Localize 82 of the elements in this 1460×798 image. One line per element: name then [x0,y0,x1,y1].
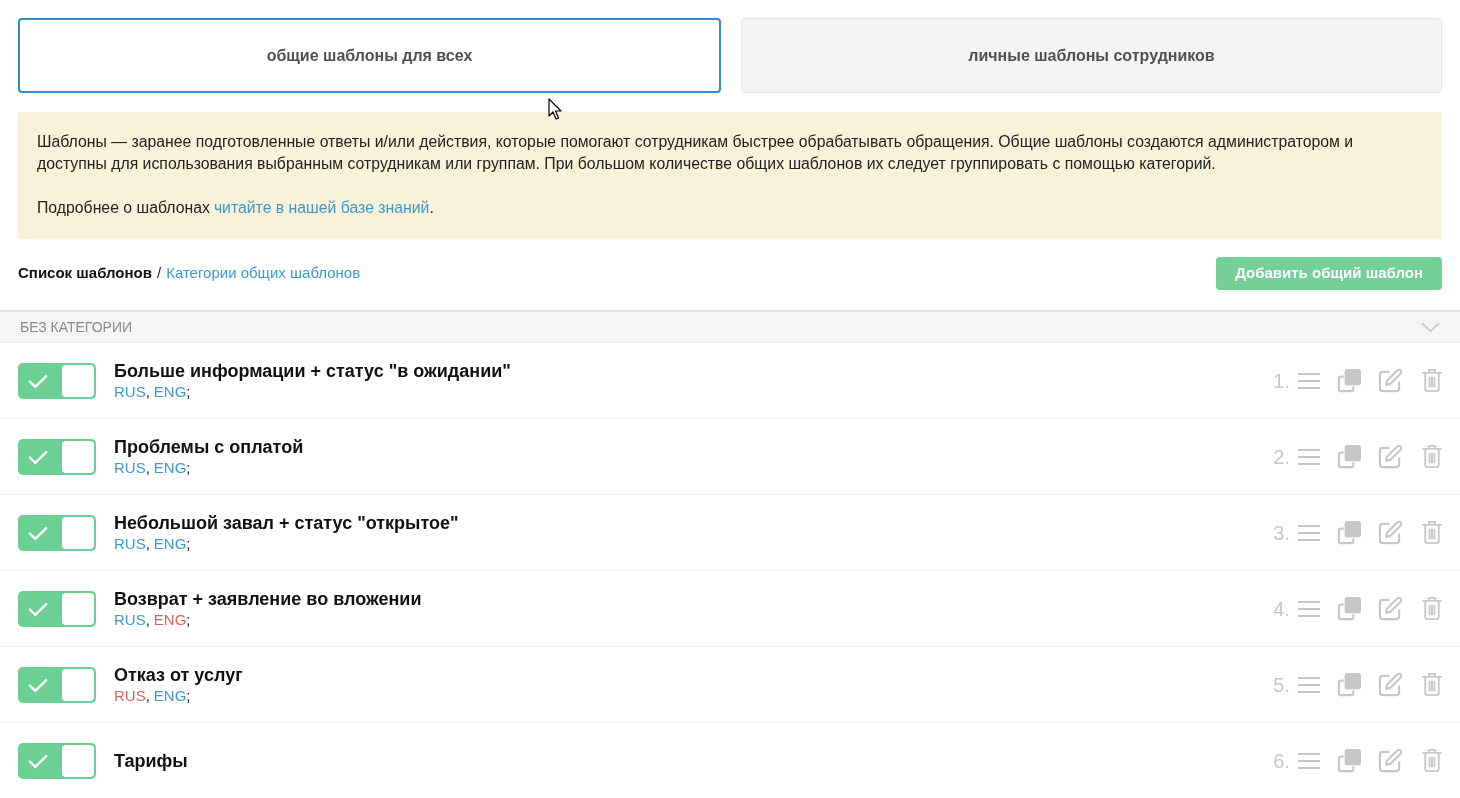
check-icon [28,449,48,465]
order-number: 6. [1273,748,1290,773]
category-title: БЕЗ КАТЕГОРИИ [20,317,132,337]
toggle-switch[interactable] [18,590,96,627]
order-number: 5. [1273,672,1290,697]
lines-icon[interactable] [1298,523,1320,542]
copy-icon[interactable] [1337,520,1362,545]
knowledge-base-link[interactable]: читайте в нашей базе знаний [213,199,430,216]
check-icon [28,753,48,769]
language-code[interactable]: RUS [114,609,146,630]
toggle-switch[interactable] [18,514,96,551]
order-number: 3. [1273,520,1290,545]
trash-icon[interactable] [1421,672,1443,697]
chevron-down-icon[interactable] [1421,321,1440,333]
copy-icon[interactable] [1337,368,1362,393]
language-code[interactable]: RUS [114,533,146,554]
trash-icon[interactable] [1421,368,1443,393]
check-icon [28,525,48,541]
switch-knob [62,516,94,549]
copy-icon[interactable] [1337,444,1362,469]
edit-icon[interactable] [1378,368,1403,393]
order-number: 1. [1273,368,1290,393]
edit-icon[interactable] [1378,748,1403,773]
copy-icon[interactable] [1337,748,1362,773]
switch-knob [62,592,94,625]
toggle-switch[interactable] [18,362,96,399]
punctuation-text: , [145,609,150,630]
order-number: 4. [1273,596,1290,621]
trash-icon[interactable] [1421,444,1443,469]
toggle-switch[interactable] [18,666,96,703]
punctuation-text: , [145,533,150,554]
edit-icon[interactable] [1378,444,1403,469]
lines-icon[interactable] [1298,599,1320,618]
add-template-button[interactable]: Добавить общий шаблон [1216,257,1442,290]
language-code[interactable]: RUS [114,685,146,706]
lines-icon[interactable] [1298,447,1320,466]
toggle-switch[interactable] [18,438,96,475]
lines-icon[interactable] [1298,751,1320,770]
copy-icon[interactable] [1337,672,1362,697]
breadcrumb-separator: / [156,263,162,284]
check-icon [28,677,48,693]
switch-knob [62,440,94,473]
trash-icon[interactable] [1421,520,1443,545]
punctuation-text: ; [186,685,191,706]
punctuation-text: ; [186,381,191,402]
order-number: 2. [1273,444,1290,469]
language-code[interactable]: RUS [114,381,146,402]
edit-icon[interactable] [1378,672,1403,697]
pointer-icon [548,98,562,120]
punctuation-text: , [145,457,150,478]
edit-icon[interactable] [1378,596,1403,621]
punctuation-text: , [145,685,150,706]
template-title: Больше информации + статус "в ожидании" [114,359,512,382]
template-title: Тарифы [114,749,189,772]
switch-knob [62,364,94,397]
trash-icon[interactable] [1421,596,1443,621]
punctuation-text: ; [186,533,191,554]
tab[interactable]: общие шаблоны для всех [18,18,721,93]
edit-icon[interactable] [1378,520,1403,545]
categories-link[interactable]: Категории общих шаблонов [166,262,361,285]
tab[interactable]: личные шаблоны сотрудников [741,18,1442,93]
breadcrumb-current: Список шаблонов [18,263,152,284]
template-title: Возврат + заявление во вложении [114,587,423,610]
punctuation-text: , [145,381,150,402]
trash-icon[interactable] [1421,748,1443,773]
toggle-switch[interactable] [18,742,96,779]
check-icon [28,373,48,389]
copy-icon[interactable] [1337,596,1362,621]
punctuation-text: ; [186,457,191,478]
lines-icon[interactable] [1298,675,1320,694]
info-text: Шаблоны — заранее подготовленные ответы и/или действия, которые помогают сотрудникам быстрее обрабатывать обращения. Общие шаблоны создаются администратором и доступны для использования выбранным сотрудникам или группам. При большом количестве общих шаблонов их следует группировать с помощью категорий. [37,132,1355,174]
template-title: Небольшой завал + статус "открытое" [114,511,460,534]
template-title: Проблемы с оплатой [114,435,305,458]
template-title: Отказ от услуг [114,663,244,686]
language-code[interactable]: RUS [114,457,146,478]
switch-knob [62,668,94,701]
punctuation-text: ; [186,609,191,630]
lines-icon[interactable] [1298,371,1320,390]
info-more-text: Подробнее о шаблонах читайте в нашей базе знаний. [37,198,435,218]
category-header[interactable]: БЕЗ КАТЕГОРИИ [0,310,1460,343]
check-icon [28,601,48,617]
switch-knob [62,744,94,777]
